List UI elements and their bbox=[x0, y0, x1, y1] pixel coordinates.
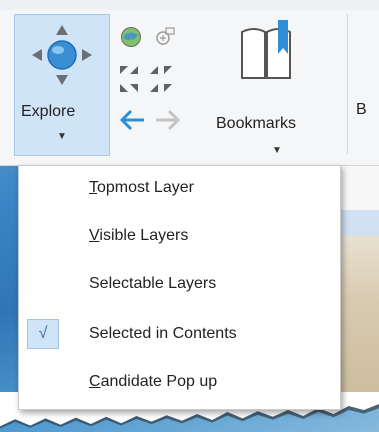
menu-item-label: Selected in Contents bbox=[89, 324, 237, 342]
next-group-label: B bbox=[356, 101, 367, 118]
menu-item-topmost-layer[interactable]: Topmost Layer bbox=[19, 166, 340, 209]
menu-item-label: Selectable Layers bbox=[89, 274, 217, 292]
menu-item-label: Visible Layers bbox=[89, 226, 189, 244]
explore-label: Explore bbox=[21, 103, 76, 120]
globe-icon[interactable] bbox=[120, 26, 142, 48]
explore-pan-icon bbox=[32, 25, 92, 85]
map-edge bbox=[337, 236, 379, 396]
forward-arrow-icon[interactable] bbox=[154, 108, 182, 132]
selected-row-strip bbox=[337, 210, 379, 236]
chevron-down-icon: ▼ bbox=[57, 131, 67, 142]
fixed-zoom-arrows-icon[interactable] bbox=[118, 64, 182, 94]
contents-pane-edge bbox=[337, 166, 379, 396]
menu-item-visible-layers[interactable]: Visible Layers bbox=[19, 214, 340, 257]
menu-item-label: Topmost Layer bbox=[89, 178, 194, 196]
menu-item-selected-in-contents[interactable]: √ Selected in Contents bbox=[19, 312, 340, 355]
bookmarks-label: Bookmarks bbox=[216, 115, 297, 132]
navigation-tools bbox=[114, 22, 194, 152]
ribbon-top-strip bbox=[0, 0, 379, 10]
book-icon bbox=[241, 20, 291, 79]
explore-dropdown-menu: Topmost Layer Visible Layers Selectable … bbox=[18, 165, 341, 410]
bookmarks-button[interactable]: Bookmarks ▼ bbox=[206, 14, 336, 156]
menu-item-candidate-pop-up[interactable]: Candidate Pop up bbox=[19, 360, 340, 403]
full-extent-icon[interactable] bbox=[154, 26, 176, 48]
ribbon: Explore ▼ Bookmarks ▼ B bbox=[0, 0, 379, 166]
explore-button[interactable]: Explore ▼ bbox=[14, 14, 110, 156]
back-arrow-icon[interactable] bbox=[118, 108, 146, 132]
checkmark-icon: √ bbox=[27, 319, 59, 349]
ribbon-separator bbox=[347, 14, 348, 154]
menu-item-selectable-layers[interactable]: Selectable Layers bbox=[19, 262, 340, 305]
chevron-down-icon: ▼ bbox=[272, 145, 282, 156]
menu-item-label: Candidate Pop up bbox=[89, 372, 218, 390]
